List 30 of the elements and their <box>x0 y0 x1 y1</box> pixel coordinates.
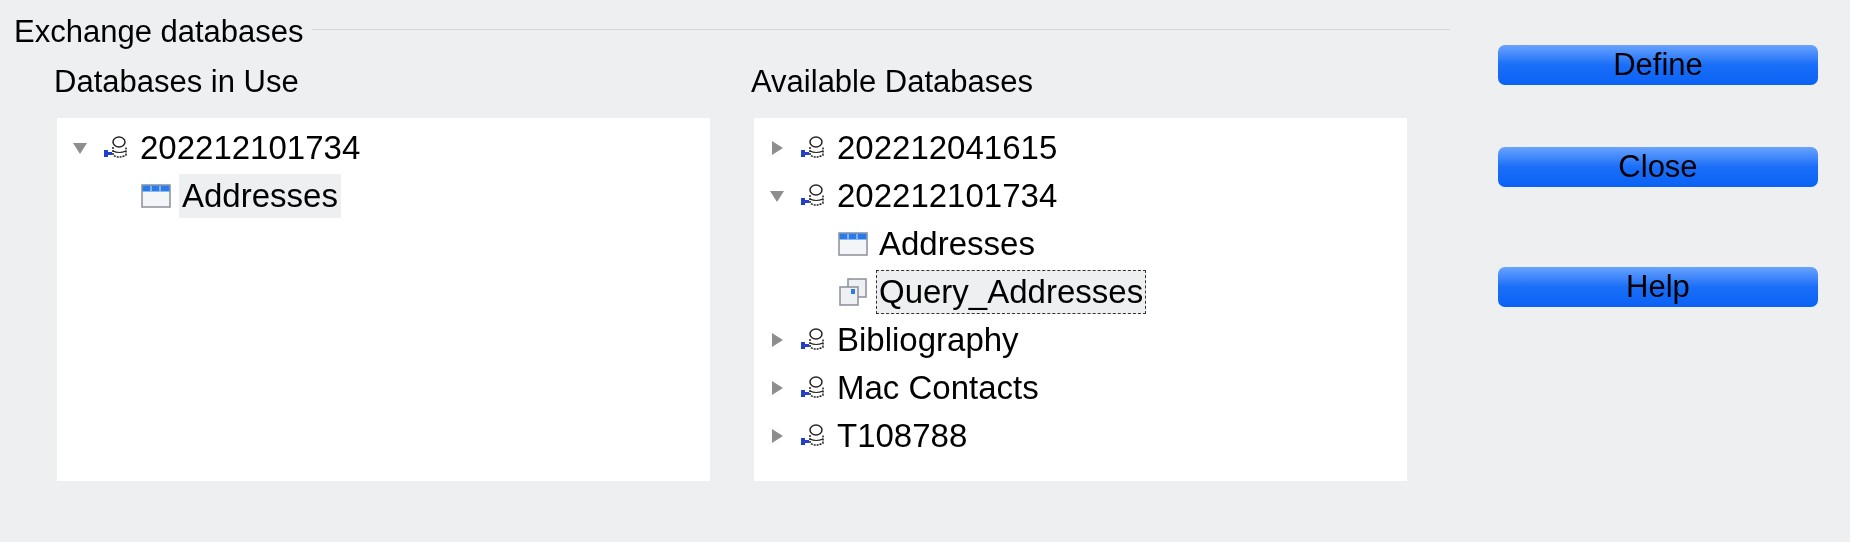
database-icon <box>800 135 826 161</box>
dialog-button[interactable]: Close <box>1498 147 1818 187</box>
section-label: Databases in Use <box>54 64 300 100</box>
expand-triangle-icon[interactable] <box>769 140 785 156</box>
database-icon <box>800 327 826 353</box>
tree-item[interactable]: Addresses <box>179 174 341 218</box>
tree-item[interactable]: 202212101734 <box>834 174 1061 218</box>
expand-triangle-icon[interactable] <box>769 428 785 444</box>
tree-item[interactable]: 202212041615 <box>834 126 1061 170</box>
table-icon <box>141 183 171 209</box>
tree-item[interactable]: T108788 <box>834 414 971 458</box>
tree-item[interactable]: Addresses <box>876 222 1038 266</box>
tree-item[interactable]: 202212101734 <box>137 126 364 170</box>
tree-item[interactable]: Query_Addresses <box>876 270 1147 314</box>
frame-title: Exchange databases <box>14 14 304 50</box>
section-label: Available Databases <box>751 64 1035 100</box>
database-icon <box>800 423 826 449</box>
tree-item[interactable]: Bibliography <box>834 318 1022 362</box>
database-icon <box>800 183 826 209</box>
database-icon <box>103 135 129 161</box>
collapse-triangle-icon[interactable] <box>769 188 785 204</box>
expand-triangle-icon[interactable] <box>769 332 785 348</box>
dialog-button[interactable]: Define <box>1498 45 1818 85</box>
table-icon <box>838 231 868 257</box>
tree-item[interactable]: Mac Contacts <box>834 366 1042 410</box>
collapse-triangle-icon[interactable] <box>72 140 88 156</box>
expand-triangle-icon[interactable] <box>769 380 785 396</box>
database-icon <box>800 375 826 401</box>
query-icon <box>838 277 868 307</box>
dialog-button[interactable]: Help <box>1498 267 1818 307</box>
